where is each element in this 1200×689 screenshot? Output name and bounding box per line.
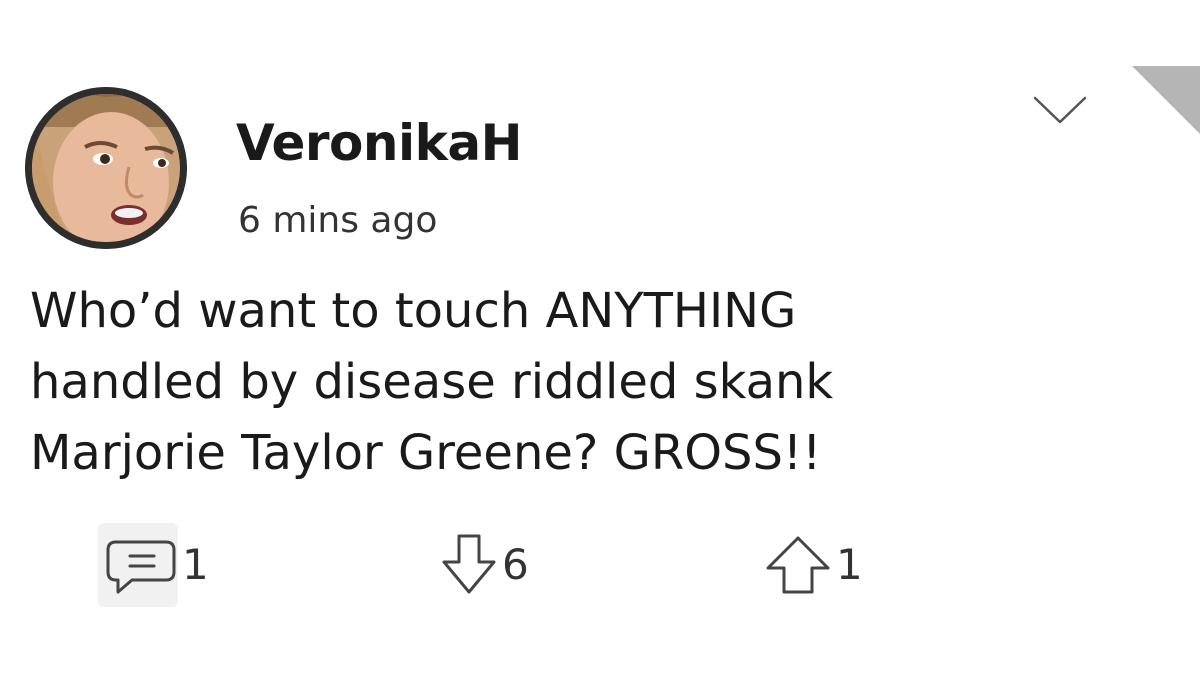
arrow-down-icon	[442, 534, 496, 594]
downvote-count: 6	[502, 540, 529, 589]
reply-button[interactable]: 1	[98, 523, 209, 607]
timestamp: 6 mins ago	[238, 200, 438, 241]
avatar[interactable]	[25, 87, 187, 249]
comment-line: Who’d want to touch ANYTHING	[30, 283, 797, 339]
username[interactable]: VeronikaH	[236, 118, 522, 168]
comment-line: Marjorie Taylor Greene? GROSS!!	[30, 425, 822, 481]
upvote-button[interactable]: 1	[762, 525, 863, 605]
options-menu-button[interactable]	[1030, 92, 1090, 132]
user-photo-avatar	[25, 87, 187, 249]
chevron-down-icon	[1033, 96, 1087, 124]
downvote-button[interactable]: 6	[438, 525, 529, 605]
comment-body: Who’d want to touch ANYTHING handled by …	[30, 276, 1150, 489]
comment-card: VeronikaH 6 mins ago Who’d want to touch…	[0, 0, 1200, 689]
comment-line: handled by disease riddled skank	[30, 354, 834, 410]
upvote-count: 1	[836, 540, 863, 589]
reply-count: 1	[182, 540, 209, 589]
corner-fold-marker	[1132, 66, 1200, 134]
corner-triangle-icon	[1132, 66, 1200, 134]
arrow-up-icon	[766, 536, 830, 594]
comment-icon	[106, 540, 176, 594]
